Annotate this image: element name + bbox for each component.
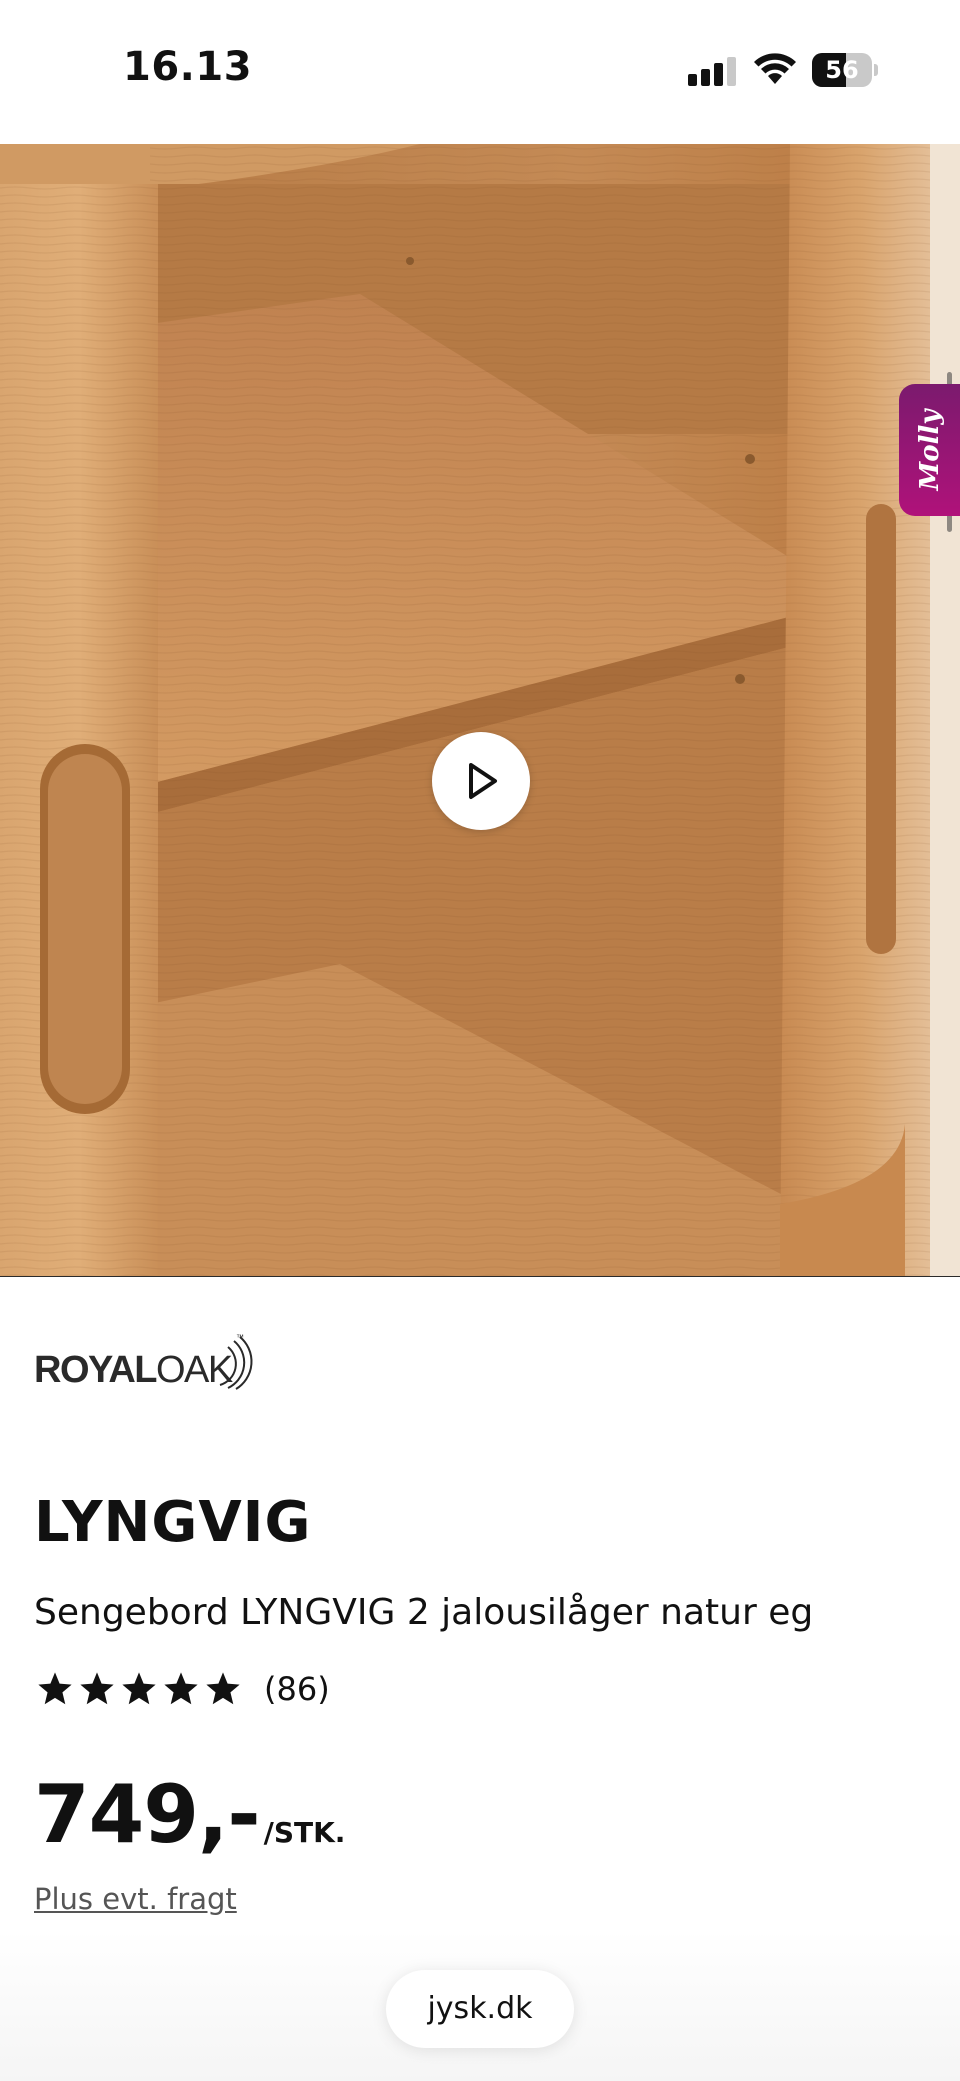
product-image-carousel[interactable] <box>0 144 960 1277</box>
brand-logo-royal: ROYAL <box>34 1349 158 1391</box>
battery-percent: 56 <box>825 56 859 84</box>
wifi-icon <box>754 53 796 84</box>
star-icon <box>38 1672 72 1705</box>
product-rating[interactable]: (86) <box>36 1670 330 1708</box>
play-video-button[interactable] <box>432 732 530 830</box>
freight-info-link[interactable]: Plus evt. fragt <box>34 1882 237 1916</box>
rating-count: (86) <box>264 1670 330 1708</box>
status-time: 16.13 <box>123 44 253 90</box>
product-price: 749,- <box>34 1768 261 1861</box>
bedside-table-photo <box>0 144 960 1277</box>
star-icon <box>164 1672 198 1705</box>
brand-arcs-icon <box>219 1336 253 1390</box>
star-icon <box>80 1672 114 1705</box>
browser-url-pill[interactable]: jysk.dk <box>386 1970 574 2048</box>
price-row: 749,- /STK. <box>34 1768 345 1861</box>
play-icon <box>469 763 497 799</box>
divider <box>0 1276 960 1277</box>
product-subtitle: Sengebord LYNGVIG 2 jalousilåger natur e… <box>34 1592 814 1633</box>
molly-chat-label: Molly <box>914 409 945 491</box>
rating-stars <box>36 1670 242 1708</box>
status-bar: 16.13 56 <box>0 0 960 144</box>
battery-icon: 56 <box>812 53 878 87</box>
star-icon <box>206 1672 240 1705</box>
brand-trademark: ™ <box>236 1333 244 1342</box>
product-title: LYNGVIG <box>34 1490 312 1555</box>
molly-chat-tab[interactable]: Molly <box>899 384 960 516</box>
price-unit: /STK. <box>263 1816 346 1849</box>
cellular-signal-icon <box>688 57 736 86</box>
star-icon <box>122 1672 156 1705</box>
